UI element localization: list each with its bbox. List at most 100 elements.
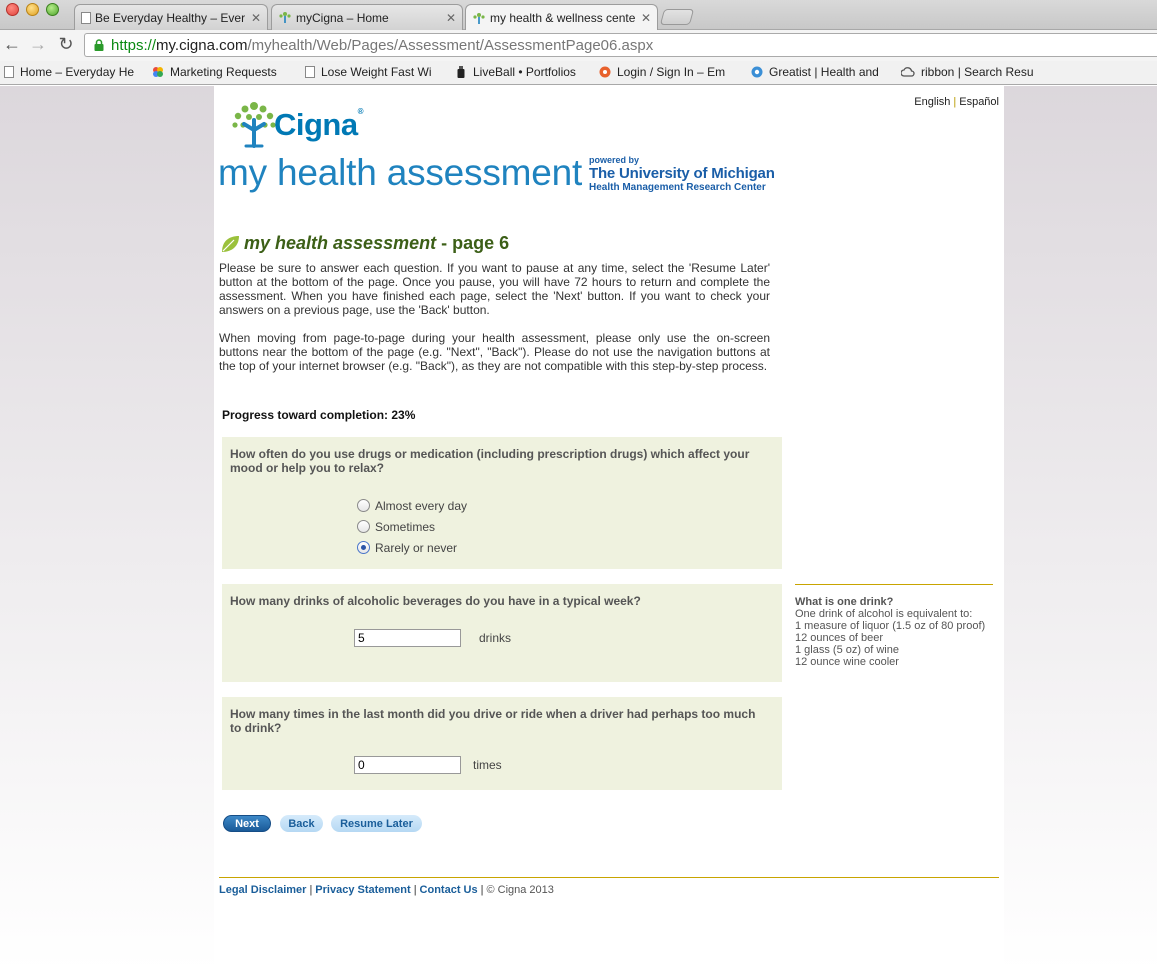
page-viewport: English | Español Cigna® my health assessm… xyxy=(0,86,1157,971)
browser-tab-2[interactable]: myCigna – Home ✕ xyxy=(271,4,463,30)
radio-button-selected[interactable] xyxy=(357,541,370,554)
page-title-suffix: - page 6 xyxy=(441,233,510,253)
minimize-window-button[interactable] xyxy=(26,3,39,16)
radio-option-almost-every-day[interactable]: Almost every day xyxy=(357,495,467,516)
cigna-tree-logo-icon xyxy=(232,102,276,148)
bookmark-label: Lose Weight Fast Wi xyxy=(321,65,432,79)
leaf-icon xyxy=(222,235,239,252)
browser-tab-1[interactable]: Be Everyday Healthy – Ever ✕ xyxy=(74,4,268,30)
radio-button[interactable] xyxy=(357,520,370,533)
question-box-drinks-per-week: How many drinks of alcoholic beverages d… xyxy=(222,584,782,682)
info-line: 1 glass (5 oz) of wine xyxy=(795,644,899,656)
browser-toolbar: ← → ↻ https://my.cigna.com/myhealth/Web/… xyxy=(0,30,1157,61)
close-window-button[interactable] xyxy=(6,3,19,16)
url-host: my.cigna.com xyxy=(156,36,248,54)
bookmark-label: Home – Everyday He xyxy=(20,65,135,79)
pinwheel-icon xyxy=(153,67,163,77)
bottle-icon xyxy=(457,66,465,78)
url-scheme: https:// xyxy=(111,36,157,54)
university-name: The University of Michigan xyxy=(589,164,775,182)
doc-icon xyxy=(4,66,14,78)
privacy-statement-link[interactable]: Privacy Statement xyxy=(315,884,410,896)
resume-later-button[interactable]: Resume Later xyxy=(331,815,422,832)
drinks-unit-label: drinks xyxy=(479,631,512,645)
info-line: 1 measure of liquor (1.5 oz of 80 proof) xyxy=(795,620,986,632)
footer-separator: | xyxy=(309,884,313,896)
language-switcher: English | Español xyxy=(914,96,999,108)
question-text: How many drinks of alcoholic beverages d… xyxy=(230,594,641,608)
radio-button[interactable] xyxy=(357,499,370,512)
bookmark-label: Greatist | Health and xyxy=(769,65,879,79)
close-tab-icon[interactable]: ✕ xyxy=(641,11,651,25)
research-center-name: Health Management Research Center xyxy=(589,182,766,194)
blue-circle-icon xyxy=(751,66,763,78)
tab-title: my health & wellness cente xyxy=(490,11,636,25)
english-link[interactable]: English xyxy=(914,96,950,108)
cigna-tree-icon xyxy=(279,12,291,23)
footer: Legal Disclaimer | Privacy Statement | Conta… xyxy=(219,877,999,896)
question-text: How many times in the last month did you… xyxy=(230,707,756,735)
cigna-logo-text: Cigna® xyxy=(274,107,364,143)
contact-us-link[interactable]: Contact Us xyxy=(420,884,478,896)
footer-separator: | xyxy=(480,884,484,896)
one-drink-info: What is one drink? One drink of alcohol … xyxy=(795,584,993,668)
new-tab-button[interactable] xyxy=(659,9,695,25)
tab-title: myCigna – Home xyxy=(296,10,389,25)
info-line: 12 ounce wine cooler xyxy=(795,656,899,668)
question-text: How often do you use drugs or medication… xyxy=(230,447,750,475)
close-tab-icon[interactable]: ✕ xyxy=(251,11,261,25)
question-box-medication: How often do you use drugs or medication… xyxy=(222,437,782,569)
url-path: /myhealth/Web/Pages/Assessment/Assessmen… xyxy=(247,36,654,54)
radio-option-rarely-or-never[interactable]: Rarely or never xyxy=(357,537,467,558)
page-title-text: my health assessment xyxy=(244,233,437,253)
bookmark-label: Login / Sign In – Em xyxy=(617,65,726,79)
language-separator: | xyxy=(953,96,957,108)
bookmark-login-sign-in[interactable]: Login / Sign In – Em xyxy=(599,65,733,79)
bookmarks-bar: Home – Everyday He Marketing Requests Lo… xyxy=(0,61,1157,85)
radio-option-sometimes[interactable]: Sometimes xyxy=(357,516,467,537)
instructions-paragraph: Please be sure to answer each question. … xyxy=(219,261,770,317)
radio-label: Almost every day xyxy=(375,498,468,513)
bookmark-label: ribbon | Search Resu xyxy=(921,65,1034,79)
logo-registered-mark: ® xyxy=(357,107,364,116)
drinks-input[interactable]: 5 xyxy=(354,629,461,647)
bookmark-lose-weight-fast[interactable]: Lose Weight Fast Wi xyxy=(305,65,437,79)
question-box-drunk-driving: How many times in the last month did you… xyxy=(222,697,782,790)
forward-arrow-icon[interactable]: → xyxy=(28,34,48,55)
doc-icon xyxy=(305,66,315,78)
doc-icon xyxy=(81,11,91,24)
bookmark-liveball-portfolios[interactable]: LiveBall • Portfolios xyxy=(455,65,587,79)
back-button[interactable]: Back xyxy=(280,815,323,832)
bookmark-ribbon-search[interactable]: ribbon | Search Resu xyxy=(901,65,1035,79)
spanish-link[interactable]: Español xyxy=(959,96,999,108)
instructions: Please be sure to answer each question. … xyxy=(219,261,770,373)
cloud-icon xyxy=(901,67,915,77)
legal-disclaimer-link[interactable]: Legal Disclaimer xyxy=(219,884,306,896)
reload-icon[interactable]: ↻ xyxy=(56,34,76,55)
lock-icon xyxy=(94,39,104,51)
bookmark-marketing-requests[interactable]: Marketing Requests xyxy=(152,65,284,79)
info-title: What is one drink? xyxy=(795,596,894,608)
instructions-paragraph: When moving from page-to-page during you… xyxy=(219,331,770,373)
address-bar[interactable]: https://my.cigna.com/myhealth/Web/Pages/… xyxy=(84,33,1157,57)
zoom-window-button[interactable] xyxy=(46,3,59,16)
next-button[interactable]: Next xyxy=(223,815,271,832)
radio-label: Rarely or never xyxy=(375,540,458,555)
logo-wordmark: Cigna xyxy=(274,107,358,142)
tab-title: Be Everyday Healthy – Ever xyxy=(95,10,246,25)
info-line: 12 ounces of beer xyxy=(795,632,884,644)
browser-tab-3-active[interactable]: my health & wellness cente ✕ xyxy=(465,4,658,31)
page-content: English | Español Cigna® my health assessm… xyxy=(214,86,1004,971)
bookmark-home-everyday-healthy[interactable]: Home – Everyday He xyxy=(4,65,136,79)
bookmark-label: LiveBall • Portfolios xyxy=(473,65,576,79)
page-title: my health assessment - page 6 xyxy=(220,233,509,254)
cigna-tree-icon xyxy=(473,12,485,24)
bookmark-greatist[interactable]: Greatist | Health and xyxy=(751,65,884,79)
close-tab-icon[interactable]: ✕ xyxy=(446,11,456,25)
brand-title: my health assessment xyxy=(218,152,583,193)
back-arrow-icon[interactable]: ← xyxy=(2,34,22,55)
browser-tab-bar: Be Everyday Healthy – Ever ✕ myCigna – H… xyxy=(0,0,1157,31)
radio-group: Almost every day Sometimes Rarely or nev… xyxy=(357,495,467,558)
orange-pin-icon xyxy=(599,66,611,78)
times-input[interactable]: 0 xyxy=(354,756,461,774)
